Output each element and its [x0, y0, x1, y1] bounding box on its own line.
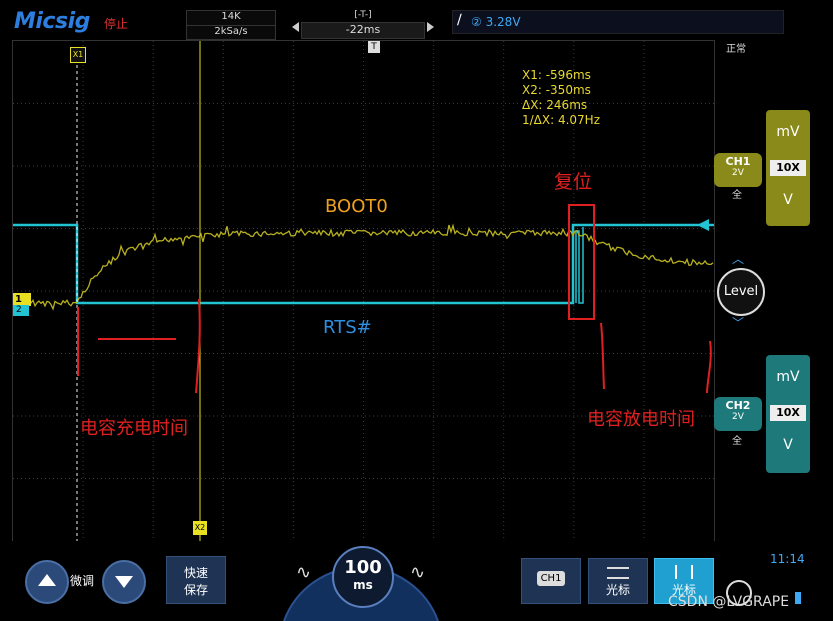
time-offset: -22ms	[301, 22, 425, 39]
sample-rate: 2kSa/s	[187, 25, 275, 37]
ch1-badge[interactable]: CH1 2V	[714, 153, 762, 187]
rts-label: RTS#	[323, 317, 372, 338]
timebase-knob[interactable]: 100 ms	[332, 546, 394, 608]
memory-depth: 14K	[221, 11, 241, 22]
cursor-menu-label: 光标	[605, 583, 630, 597]
ch1-unit-v[interactable]: V	[766, 192, 810, 208]
cursor-x1-label[interactable]: X1	[70, 47, 86, 63]
ch2-scale: 2V	[732, 412, 744, 422]
watermark: CSDN @LVGRAPE	[668, 594, 790, 610]
ch2-glitch	[575, 227, 584, 304]
ch2-level-marker[interactable]: 2	[13, 305, 29, 316]
ch2-name: CH2	[725, 399, 751, 412]
graticule	[13, 41, 714, 541]
horizontal-position[interactable]: [-T-] -22ms	[289, 10, 437, 39]
cursor-x2-label[interactable]: X2	[193, 521, 207, 535]
right-arrow-icon[interactable]	[427, 22, 434, 32]
fine-up-button[interactable]	[25, 560, 69, 604]
timebase-increase-icon[interactable]: ∿	[410, 562, 425, 583]
trigger-level: ② 3.28V	[471, 15, 521, 29]
trigger-position-marker: [-T-]	[354, 10, 372, 20]
ch2-waveform	[13, 223, 714, 305]
quick-save-button[interactable]: 快速 保存	[166, 556, 226, 604]
trigger-level-value: 3.28V	[485, 15, 521, 29]
cursor-measurements: X1: -596ms X2: -350ms ΔX: 246ms 1/ΔX: 4.…	[522, 68, 600, 128]
ch2-probe[interactable]: 10X	[770, 405, 806, 421]
ch1-probe[interactable]: 10X	[770, 160, 806, 176]
ch1-name: CH1	[725, 155, 751, 168]
ch1-scale: 2V	[732, 168, 744, 178]
battery-icon	[795, 592, 801, 604]
ch1-scale-panel[interactable]: mV 10X V	[766, 110, 810, 226]
ch1-coupling: 全	[732, 190, 742, 201]
discharge-end-mark	[706, 340, 712, 394]
cap-charge-label: 电容充电时间	[80, 418, 188, 439]
brand-logo: Micsig	[14, 9, 90, 34]
top-bar: Micsig 停止 14K 2kSa/s [-T-] -22ms ∕ ② 3.2…	[0, 0, 833, 40]
up-arrow-icon	[38, 574, 56, 586]
timebase-decrease-icon[interactable]: ∿	[296, 562, 311, 583]
charge-end-mark	[195, 298, 201, 394]
timebase-unit: ms	[353, 578, 373, 592]
ch1-menu-icon: CH1	[536, 571, 566, 586]
ch2-badge[interactable]: CH2 2V	[714, 397, 762, 431]
quick-save-line2: 保存	[183, 583, 208, 597]
lines-icon	[607, 567, 629, 579]
ch1-unit-mv[interactable]: mV	[766, 124, 810, 140]
meas-x2: X2: -350ms	[522, 83, 591, 97]
rising-edge-icon: ∕	[457, 12, 462, 28]
waveform-canvas	[12, 41, 714, 541]
trigger-channel-icon: ②	[471, 15, 482, 29]
fine-adjust-label: 微调	[70, 574, 95, 588]
meas-dx: ΔX: 246ms	[522, 98, 588, 112]
ch2-unit-v[interactable]: V	[766, 437, 810, 453]
meas-x1: X1: -596ms	[522, 68, 591, 82]
cursor-menu-button[interactable]: 光标	[588, 558, 648, 604]
level-down-icon[interactable]: ﹀	[732, 314, 744, 331]
fine-down-button[interactable]	[102, 560, 146, 604]
boot0-label: BOOT0	[325, 196, 388, 217]
cap-discharge-label: 电容放电时间	[587, 409, 695, 430]
ch2-scale-panel[interactable]: mV 10X V	[766, 355, 810, 473]
meas-inv-dx: 1/ΔX: 4.07Hz	[522, 113, 601, 127]
left-arrow-icon[interactable]	[292, 22, 299, 32]
ch2-unit-mv[interactable]: mV	[766, 369, 810, 385]
level-button[interactable]: Level	[717, 268, 765, 316]
clock: 11:14	[770, 552, 805, 566]
quick-save-line1: 快速	[183, 566, 208, 580]
trigger-info[interactable]: ∕ ② 3.28V	[452, 10, 784, 34]
ch2-coupling: 全	[732, 436, 742, 447]
run-state[interactable]: 停止	[104, 15, 128, 32]
trigger-mode: 正常	[726, 44, 746, 55]
waveform-display[interactable]: X1 X2 T 1 2	[12, 40, 715, 542]
acquisition-info[interactable]: 14K 2kSa/s	[186, 10, 276, 40]
trigger-position-label[interactable]: T	[368, 41, 380, 53]
vertical-cursors-icon	[675, 565, 693, 579]
discharge-start-mark	[600, 322, 605, 390]
trigger-level-arrow-icon[interactable]	[697, 219, 709, 231]
ch1-menu-button[interactable]: CH1	[521, 558, 581, 604]
reset-label: 复位	[554, 171, 593, 193]
timebase-value: 100	[344, 557, 382, 578]
down-arrow-icon	[115, 576, 133, 588]
level-up-icon[interactable]: ︿	[732, 250, 744, 267]
